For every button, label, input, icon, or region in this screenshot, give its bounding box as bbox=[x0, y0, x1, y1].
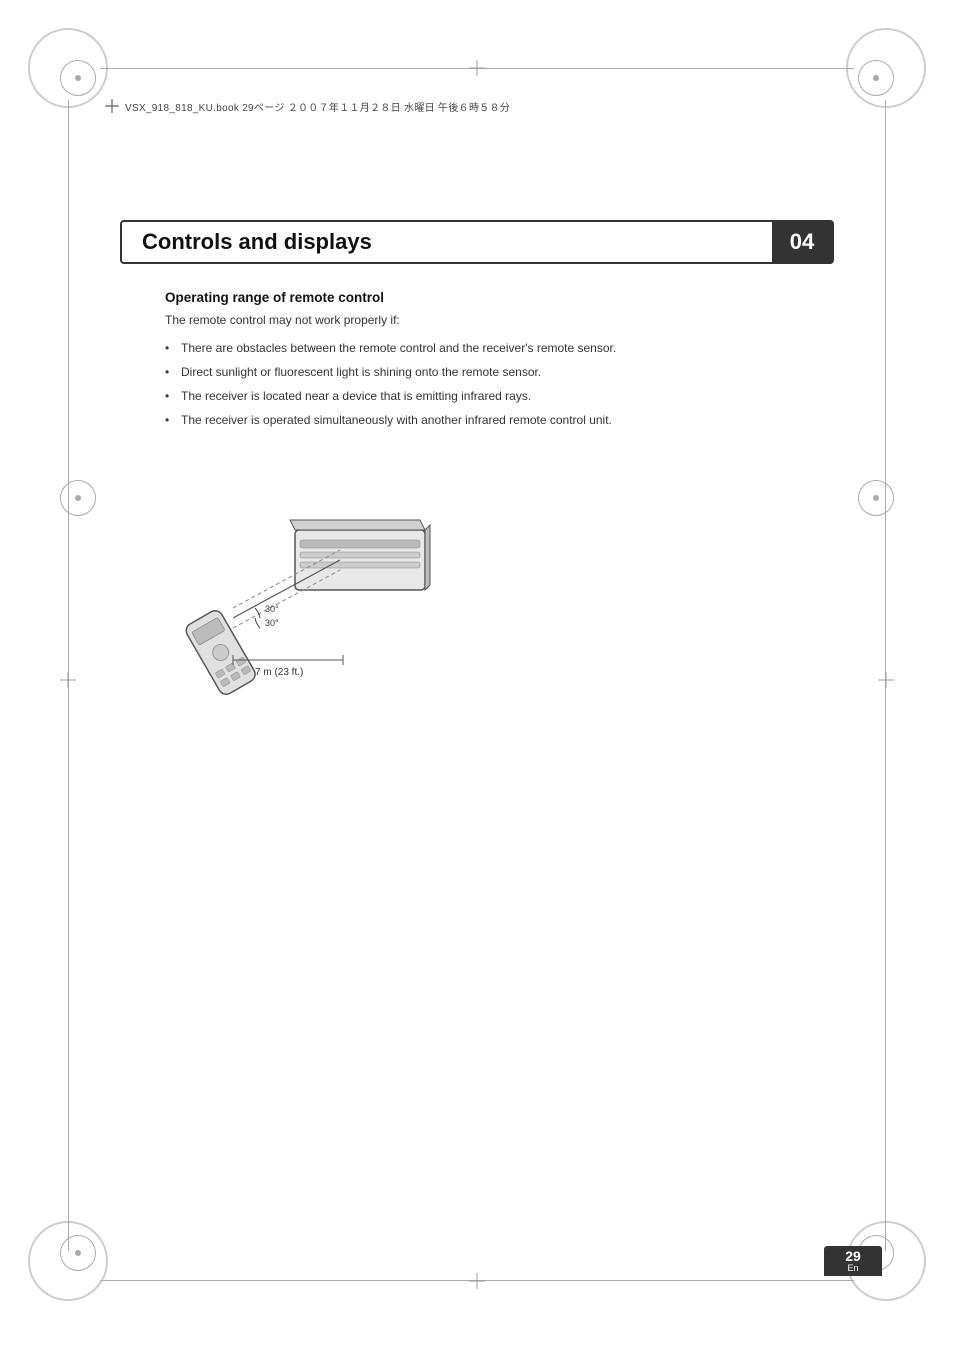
content-area: Operating range of remote control The re… bbox=[165, 290, 789, 449]
chapter-number-box: 04 bbox=[772, 220, 832, 264]
section-title-bar: Controls and displays 04 bbox=[120, 220, 834, 264]
reg-mark-tl bbox=[60, 60, 96, 96]
page-number: 29 bbox=[845, 1249, 861, 1263]
intro-text: The remote control may not work properly… bbox=[165, 311, 789, 329]
mid-cross-top bbox=[469, 60, 485, 76]
list-item: The receiver is located near a device th… bbox=[165, 387, 789, 405]
svg-text:7 m (23 ft.): 7 m (23 ft.) bbox=[255, 667, 303, 678]
header-crosshair-icon bbox=[105, 99, 119, 113]
page-lang: En bbox=[847, 1264, 858, 1273]
mid-cross-bottom bbox=[469, 1273, 485, 1289]
reg-mark-bl bbox=[60, 1235, 96, 1271]
page: VSX_918_818_KU.book 29ページ ２００７年１１月２８日 水曜… bbox=[0, 0, 954, 1351]
header-bar: VSX_918_818_KU.book 29ページ ２００７年１１月２８日 水曜… bbox=[105, 95, 849, 117]
list-item: There are obstacles between the remote c… bbox=[165, 339, 789, 357]
remote-range-diagram: 30° 30° 7 m (23 ft.) bbox=[165, 490, 485, 700]
reg-mark-tr bbox=[858, 60, 894, 96]
chapter-number: 04 bbox=[790, 229, 814, 255]
list-item: The receiver is operated simultaneously … bbox=[165, 411, 789, 429]
list-item: Direct sunlight or fluorescent light is … bbox=[165, 363, 789, 381]
subsection-title: Operating range of remote control bbox=[165, 290, 789, 305]
reg-mark-mr bbox=[858, 480, 894, 516]
mid-cross-left bbox=[60, 672, 76, 688]
page-number-box: 29 En bbox=[824, 1246, 882, 1276]
reg-mark-ml bbox=[60, 480, 96, 516]
section-title: Controls and displays bbox=[122, 229, 772, 255]
bullet-list: There are obstacles between the remote c… bbox=[165, 339, 789, 429]
header-text: VSX_918_818_KU.book 29ページ ２００７年１１月２８日 水曜… bbox=[125, 99, 510, 114]
mid-cross-right bbox=[878, 672, 894, 688]
svg-text:30°: 30° bbox=[265, 604, 279, 614]
diagram-area: 30° 30° 7 m (23 ft.) bbox=[165, 490, 485, 700]
svg-text:30°: 30° bbox=[265, 618, 279, 628]
